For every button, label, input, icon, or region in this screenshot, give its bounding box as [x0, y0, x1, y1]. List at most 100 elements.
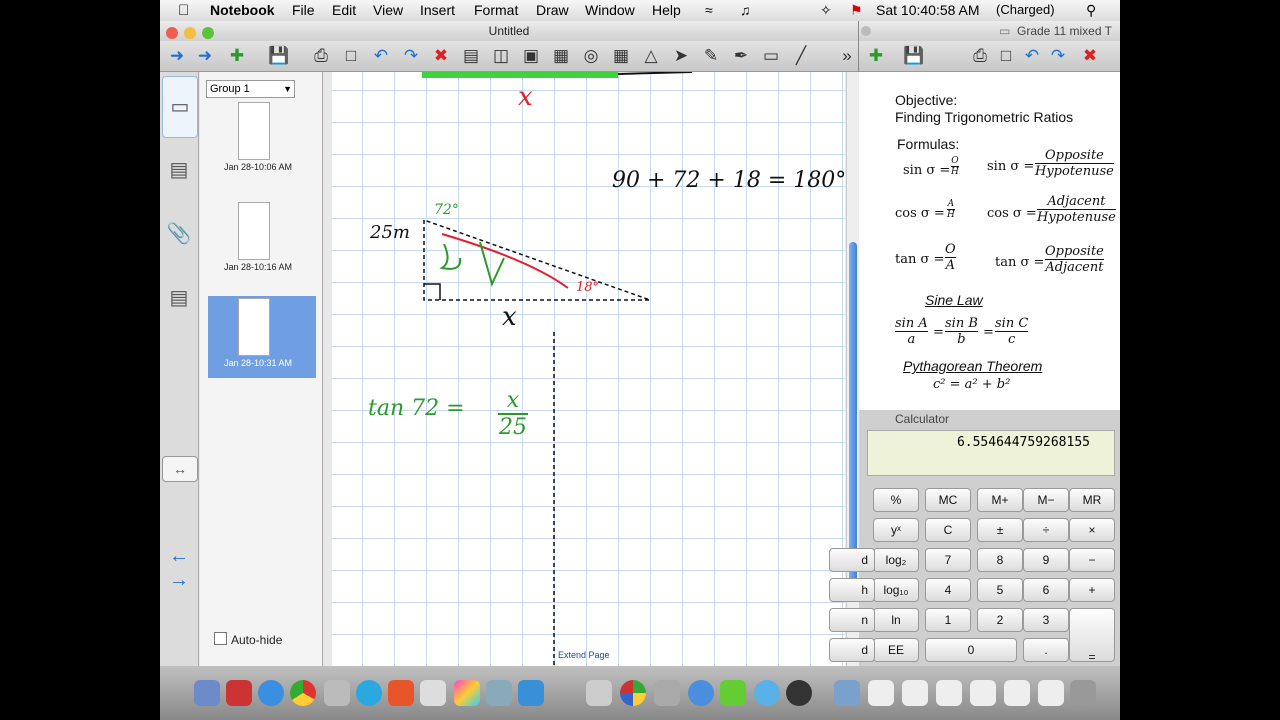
calculator-key[interactable]: 0	[925, 638, 1017, 662]
calculator-key[interactable]: 6	[1023, 578, 1069, 602]
calculator-key[interactable]: MC	[925, 488, 971, 512]
save-icon[interactable]: 💾	[903, 45, 925, 67]
menu-insert[interactable]: Insert	[420, 2, 455, 18]
wifi-icon[interactable]: ≈	[705, 2, 713, 18]
finder-icon[interactable]	[194, 680, 220, 706]
chrome-icon[interactable]	[290, 680, 316, 706]
menu-draw[interactable]: Draw	[536, 2, 569, 18]
zoom-button[interactable]	[202, 27, 214, 39]
screen-shade-icon[interactable]: ▤	[460, 45, 482, 67]
save-icon[interactable]: 💾	[268, 45, 290, 67]
camera-icon[interactable]: ◎	[580, 45, 602, 67]
minimized-window-icon[interactable]	[868, 680, 894, 706]
itunes-icon[interactable]	[688, 680, 714, 706]
notes-tab-title[interactable]: Grade 11 mixed T	[1017, 21, 1112, 41]
back-arrow-icon[interactable]: ➜	[166, 45, 188, 67]
table-icon[interactable]: ▦	[610, 45, 632, 67]
vertical-scrollbar[interactable]	[846, 72, 859, 666]
calculator-key-partial[interactable]: h	[829, 578, 875, 602]
calculator-key[interactable]: yˣ	[873, 518, 919, 542]
minimized-window-icon[interactable]	[1004, 680, 1030, 706]
swap-sides-icon[interactable]: ↔	[162, 456, 198, 482]
dictionary-icon[interactable]	[226, 680, 252, 706]
menu-window[interactable]: Window	[585, 2, 635, 18]
volume-icon[interactable]: ♫	[740, 2, 751, 18]
skype-icon[interactable]	[356, 680, 382, 706]
attachments-tab-icon[interactable]: 📎	[162, 204, 196, 264]
smart-notebook-icon[interactable]	[620, 680, 646, 706]
delete-icon[interactable]: ✖	[430, 45, 452, 67]
menu-app-name[interactable]: Notebook	[210, 2, 275, 18]
autohide-checkbox[interactable]	[214, 632, 227, 645]
menu-view[interactable]: View	[373, 2, 403, 18]
calculator-key-partial[interactable]: d	[829, 548, 875, 572]
calculator-key[interactable]: 1	[925, 608, 971, 632]
pen-icon[interactable]: ✎	[700, 45, 722, 67]
calculator-key[interactable]: M−	[1023, 488, 1069, 512]
calculator-key[interactable]: 4	[925, 578, 971, 602]
menu-file[interactable]: File	[292, 2, 315, 18]
menu-clock[interactable]: Sat 10:40:58 AM	[876, 2, 980, 18]
notes-app-icon[interactable]	[518, 680, 544, 706]
calculator-key[interactable]: EE	[873, 638, 919, 662]
calculator-key[interactable]: log₂	[873, 548, 919, 572]
minimized-window-icon[interactable]	[902, 680, 928, 706]
calculator-key[interactable]: 5	[977, 578, 1023, 602]
bluetooth-icon[interactable]: ✧	[820, 2, 832, 19]
screenshot-icon[interactable]	[486, 680, 512, 706]
calculator-key[interactable]: 8	[977, 548, 1023, 572]
extend-page-link[interactable]: Extend Page	[558, 650, 610, 660]
calculator-key-partial[interactable]: n	[829, 608, 875, 632]
photo-app-icon[interactable]	[454, 680, 480, 706]
eraser-icon[interactable]: ▭	[760, 45, 782, 67]
capture-icon[interactable]: ▣	[520, 45, 542, 67]
calculator-key[interactable]: ÷	[1023, 518, 1069, 542]
calculator-key[interactable]: ×	[1069, 518, 1115, 542]
calculator-app-icon[interactable]	[324, 680, 350, 706]
menu-format[interactable]: Format	[474, 2, 518, 18]
trash-icon[interactable]	[1070, 680, 1096, 706]
page-sorter-tab-icon[interactable]: ▭	[162, 76, 198, 138]
gallery-tab-icon[interactable]: ▤	[162, 140, 196, 200]
calculator-key[interactable]: 7	[925, 548, 971, 572]
page-thumbnail[interactable]: Jan 28-10:16 AM	[208, 200, 316, 280]
measurement-tools-icon[interactable]: △	[640, 45, 662, 67]
delete-icon[interactable]: ✖	[1079, 45, 1101, 67]
forward-arrow-icon[interactable]: ➜	[194, 45, 216, 67]
menu-edit[interactable]: Edit	[332, 2, 356, 18]
window-control-icon[interactable]	[861, 26, 871, 36]
calculator-key[interactable]: C	[925, 518, 971, 542]
close-button[interactable]	[166, 27, 178, 39]
calculator-key[interactable]: 3	[1023, 608, 1069, 632]
safari-icon[interactable]	[754, 680, 780, 706]
next-page-icon[interactable]: →	[162, 570, 196, 590]
page-thumbnail-selected[interactable]: Jan 28-10:31 AM	[208, 296, 316, 378]
undo-icon[interactable]: ↶	[370, 45, 392, 67]
mail-icon[interactable]	[388, 680, 414, 706]
minimized-window-icon[interactable]	[1038, 680, 1064, 706]
line-icon[interactable]: ╱	[790, 45, 812, 67]
undo-icon[interactable]: ↶	[1021, 45, 1043, 67]
calculator-key[interactable]: ±	[977, 518, 1023, 542]
calculator-key[interactable]: log₁₀	[873, 578, 919, 602]
calculator-key[interactable]: M+	[977, 488, 1023, 512]
calculator-key-partial[interactable]: d	[829, 638, 875, 662]
paste-icon[interactable]: □	[340, 45, 362, 67]
paste-icon[interactable]: □	[995, 45, 1017, 67]
flag-icon[interactable]: ⚑	[850, 2, 863, 19]
menu-help[interactable]: Help	[652, 2, 681, 18]
properties-tab-icon[interactable]: ▤	[162, 268, 196, 328]
calculator-key[interactable]: ln	[873, 608, 919, 632]
calculator-key[interactable]: 2	[977, 608, 1023, 632]
minimize-button[interactable]	[184, 27, 196, 39]
recorder-icon[interactable]	[786, 680, 812, 706]
folder-icon[interactable]	[834, 680, 860, 706]
print-icon[interactable]: ⎙	[310, 45, 332, 67]
minimized-window-icon[interactable]	[936, 680, 962, 706]
settings-icon[interactable]	[654, 680, 680, 706]
minimized-window-icon[interactable]	[970, 680, 996, 706]
page-thumbnail[interactable]: Jan 28-10:06 AM	[208, 100, 316, 180]
whiteboard-page[interactable]: x 90 + 72 + 18 = 180° 25m 72° 18° x tan …	[332, 72, 845, 666]
select-arrow-icon[interactable]: ➤	[670, 45, 692, 67]
calculator-key[interactable]: MR	[1069, 488, 1115, 512]
